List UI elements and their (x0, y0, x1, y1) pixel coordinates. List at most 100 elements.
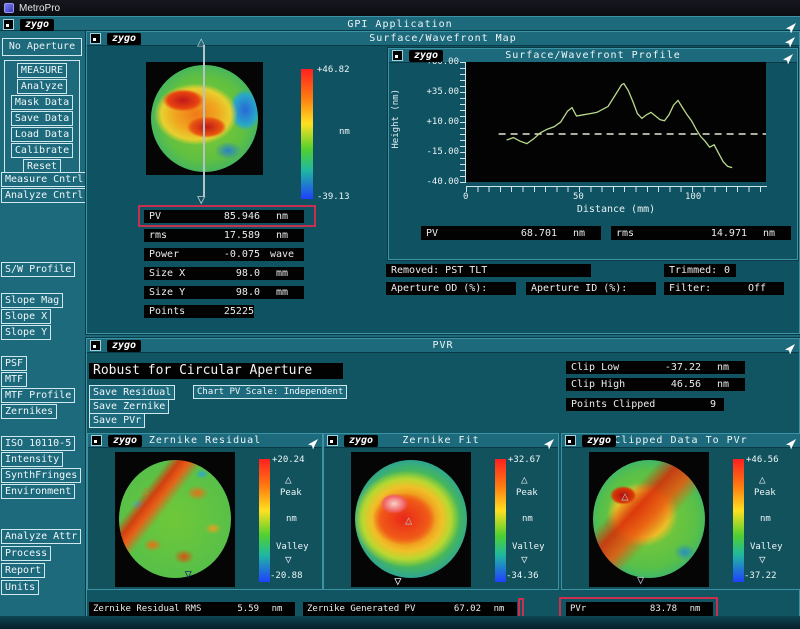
zernike-map-image[interactable]: △ ▽ (589, 452, 709, 587)
zygo-logo: zygo (344, 434, 379, 447)
zygo-logo: zygo (107, 32, 142, 45)
window-menu-icon[interactable] (565, 435, 576, 446)
save-zernike-button[interactable]: Save Zernike (89, 399, 170, 414)
sidebar-item-process[interactable]: Process (1, 546, 52, 561)
sidebar-item-analyze-attr[interactable]: Analyze Attr (1, 529, 82, 544)
profile-plot-area[interactable] (466, 62, 766, 182)
optics-button-group: PSF MTF MTF Profile Zernikes (1, 356, 76, 419)
metropro-window: MetroPro GPI Application zygo No Apertur… (0, 0, 800, 629)
valley-label: Valley (750, 542, 783, 552)
window-menu-icon[interactable] (91, 435, 102, 446)
removed-control[interactable]: Removed: PST TLT (386, 264, 591, 277)
sidebar-item-psf[interactable]: PSF (1, 356, 28, 371)
stat-size-x: Size X 98.0 mm (144, 267, 304, 280)
os-titlebar[interactable]: MetroPro (0, 0, 800, 16)
slope-button-group: Slope Mag Slope X Slope Y (1, 293, 64, 340)
sidebar: No Aperture MEASURE Analyze Mask Data Save … (0, 31, 88, 629)
sidebar-item-synthfringes[interactable]: SynthFringes (1, 468, 82, 483)
gpi-app-header: GPI Application zygo (0, 16, 800, 33)
peak-marker-icon: △ (405, 513, 413, 528)
clip-row-clip-low: Clip Low -37.22 nm (566, 361, 745, 374)
zernike-phase-map[interactable] (593, 460, 705, 578)
sidebar-item-report[interactable]: Report (1, 563, 46, 578)
window-controls-icon[interactable] (784, 33, 796, 47)
colorbar-min-label: -34.36 (506, 571, 539, 581)
trimmed-field: Trimmed: 0 (664, 264, 736, 277)
window-menu-icon[interactable] (3, 19, 14, 30)
iso-button-group: ISO 10110-5 Intensity SynthFringes Environm… (1, 436, 82, 499)
x-axis-ticks (466, 186, 767, 192)
chart-pv-scale-control[interactable]: Chart PV Scale: Independent (193, 385, 348, 399)
aperture-id-field[interactable]: Aperture ID (%): (526, 282, 656, 295)
valley-label: Valley (276, 542, 309, 552)
ytick-label: -15.00 (426, 147, 459, 157)
colorbar-max-label: +46.82 (317, 65, 350, 75)
pvr-window: PVR zygo Robust for Circular Aperture Sa… (86, 338, 800, 629)
ytick-label: -40.00 (426, 177, 459, 187)
sidebar-item-mtf-profile[interactable]: MTF Profile (1, 388, 76, 403)
sidebar-item-calibrate[interactable]: Calibrate (10, 143, 74, 158)
sidebar-item-units[interactable]: Units (1, 580, 40, 595)
sidebar-item-iso-10110-5[interactable]: ISO 10110-5 (1, 436, 76, 451)
window-menu-icon[interactable] (392, 50, 403, 61)
measure-button-group: MEASURE Analyze Mask Data Save Data Load Dat… (4, 60, 80, 177)
window-controls-icon[interactable] (785, 19, 797, 33)
zernike-map-image[interactable]: △ ▽ (115, 452, 235, 587)
colorbar-max-label: +20.24 (272, 455, 305, 465)
cntrl-button-group: Measure Cntrl Analyze Cntrl (1, 172, 88, 203)
window-controls-icon[interactable] (307, 435, 319, 449)
map-window-title: Surface/Wavefront Map (369, 33, 517, 44)
sidebar-item-mtf[interactable]: MTF (1, 372, 28, 387)
profile-slice-arrow[interactable]: △ ▽ (196, 35, 212, 207)
sidebar-item-analyze-cntrl[interactable]: Analyze Cntrl (1, 188, 88, 203)
sidebar-item-measure-cntrl[interactable]: Measure Cntrl (1, 172, 88, 187)
zernike-map-image[interactable]: △ ▽ (351, 452, 471, 587)
sidebar-item-intensity[interactable]: Intensity (1, 452, 64, 467)
window-controls-icon[interactable] (543, 435, 555, 449)
window-controls-icon[interactable] (782, 50, 794, 64)
sidebar-item-slope-x[interactable]: Slope X (1, 309, 52, 324)
sidebar-item-load-data[interactable]: Load Data (10, 127, 74, 142)
window-controls-icon[interactable] (785, 435, 797, 449)
sidebar-item-zernikes[interactable]: Zernikes (1, 404, 58, 419)
ytick-label: +10.00 (426, 117, 459, 127)
clipped-data-to-pvr-window: Clipped Data To PVr zygo △ ▽ +46.56 △ Peak nm Va… (561, 433, 800, 590)
sidebar-item-s-w-profile[interactable]: S/W Profile (1, 262, 76, 277)
zygo-logo: zygo (20, 18, 55, 31)
peak-label: Peak (516, 488, 538, 498)
sidebar-item-save-data[interactable]: Save Data (10, 111, 74, 126)
colorbar-unit-label: nm (522, 514, 533, 524)
xtick-label: 100 (685, 192, 702, 202)
colorbar-unit-label: nm (760, 514, 771, 524)
zernike-phase-map[interactable] (119, 460, 231, 578)
zernike-fit-window: Zernike Fit zygo △ ▽ +32.67 △ Peak nm Valley ▽ -34… (323, 433, 559, 590)
sidebar-item-slope-mag[interactable]: Slope Mag (1, 293, 64, 308)
window-menu-icon[interactable] (90, 33, 101, 44)
metropro-app-icon (4, 3, 14, 13)
stat-points: Points 25225 (144, 305, 254, 318)
sidebar-item-environment[interactable]: Environment (1, 484, 76, 499)
sidebar-item-slope-y[interactable]: Slope Y (1, 325, 52, 340)
filter-control[interactable]: Filter: Off (664, 282, 784, 295)
map-colorbar (301, 69, 313, 199)
profile-xlabel: Distance (mm) (576, 204, 656, 215)
aperture-od-field[interactable]: Aperture OD (%): (386, 282, 516, 295)
sidebar-item-measure[interactable]: MEASURE (16, 63, 68, 78)
zernike-residual-rms-result: Zernike Residual RMS 5.59 nm (89, 602, 295, 616)
aperture-status[interactable]: No Aperture (2, 38, 82, 56)
valley-marker-icon: ▽ (394, 573, 402, 588)
peak-marker-icon: △ (141, 483, 149, 498)
window-menu-icon[interactable] (327, 435, 338, 446)
sidebar-item-mask-data[interactable]: Mask Data (10, 95, 74, 110)
window-controls-icon[interactable] (784, 340, 796, 354)
valley-triangle-icon: ▽ (521, 553, 528, 566)
stat-power: Power -0.075 wave (144, 248, 304, 261)
window-menu-icon[interactable] (90, 340, 101, 351)
sidebar-item-analyze[interactable]: Analyze (16, 79, 68, 94)
zernike-colorbar (259, 459, 270, 582)
save-residual-button[interactable]: Save Residual (89, 385, 176, 400)
peak-triangle-icon: △ (285, 473, 292, 486)
valley-label: Valley (512, 542, 545, 552)
save-pvr-button[interactable]: Save PVr (89, 413, 146, 428)
arrow-up-icon: △ (197, 34, 206, 50)
